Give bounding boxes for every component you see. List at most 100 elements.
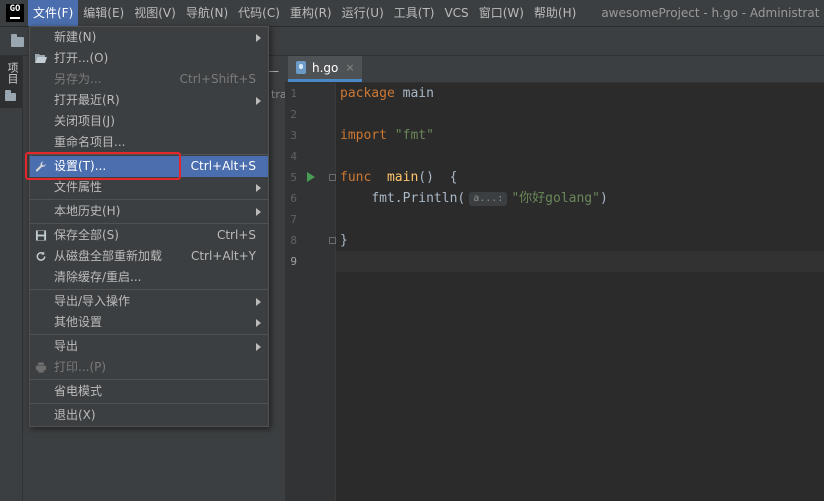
menu-item-label: 打开最近(R)	[54, 93, 120, 107]
menu-item-power-save[interactable]: 省电模式	[30, 381, 268, 402]
submenu-arrow-icon	[256, 319, 261, 327]
menu-item-label: 清除缓存/重启...	[54, 270, 142, 284]
menu-code[interactable]: 代码(C)	[233, 0, 285, 26]
code-line-8: }	[340, 230, 348, 251]
submenu-arrow-icon	[256, 208, 261, 216]
menu-item-label: 文件属性	[54, 180, 103, 194]
menu-item-label: 打印...(P)	[54, 360, 107, 374]
go-file-icon	[296, 61, 306, 74]
menu-item-invalidate-caches[interactable]: 清除缓存/重启...	[30, 267, 268, 288]
menu-item-save-as: 另存为... Ctrl+Shift+S	[30, 69, 268, 90]
project-folder-icon	[5, 90, 16, 101]
code-text: fmt.Println(	[371, 191, 466, 206]
menu-item-print: 打印...(P)	[30, 357, 268, 378]
submenu-arrow-icon	[256, 34, 261, 42]
menu-item-label: 新建(N)	[54, 30, 97, 44]
menu-separator	[30, 199, 268, 200]
menu-item-rename-project[interactable]: 重命名项目...	[30, 132, 268, 153]
code-line-3: import "fmt"	[340, 125, 434, 146]
printer-icon	[35, 362, 47, 373]
menu-refactor[interactable]: 重构(R)	[285, 0, 337, 26]
save-icon	[35, 230, 47, 241]
current-line-highlight	[336, 251, 824, 272]
menu-separator	[30, 334, 268, 335]
line-number: 1	[290, 87, 297, 100]
menu-file[interactable]: 文件(F)	[28, 0, 79, 26]
keyword: package	[340, 86, 395, 101]
menu-item-label: 关闭项目(J)	[54, 114, 115, 128]
menu-separator	[30, 223, 268, 224]
submenu-arrow-icon	[256, 97, 261, 105]
project-tool-tab-label: 项目	[6, 62, 19, 84]
menu-view[interactable]: 视图(V)	[129, 0, 181, 26]
menu-item-label: 从磁盘全部重新加载	[54, 249, 163, 263]
line-number: 8	[290, 234, 297, 247]
menu-item-label: 本地历史(H)	[54, 204, 121, 218]
menu-item-label: 省电模式	[54, 384, 103, 398]
tab-h-go[interactable]: h.go ×	[288, 56, 362, 82]
identifier: main	[402, 86, 434, 101]
line-number: 5	[290, 171, 297, 184]
parameter-hint: a...:	[469, 192, 508, 206]
code-text: }	[340, 233, 348, 248]
menu-item-other-settings[interactable]: 其他设置	[30, 312, 268, 333]
submenu-arrow-icon	[256, 298, 261, 306]
menu-item-label: 退出(X)	[54, 408, 96, 422]
submenu-arrow-icon	[256, 184, 261, 192]
menu-edit[interactable]: 编辑(E)	[78, 0, 129, 26]
keyword: func	[340, 170, 372, 185]
menu-item-new[interactable]: 新建(N)	[30, 27, 268, 48]
menu-item-label: 打开...(O)	[54, 51, 109, 65]
menu-tools[interactable]: 工具(T)	[389, 0, 440, 26]
menu-bar: GO 文件(F) 编辑(E) 视图(V) 导航(N) 代码(C) 重构(R) 运…	[0, 0, 824, 27]
menu-item-label: 其他设置	[54, 315, 103, 329]
code-line-5: func main() {	[340, 167, 457, 188]
menu-item-open-recent[interactable]: 打开最近(R)	[30, 90, 268, 111]
submenu-arrow-icon	[256, 343, 261, 351]
tab-label: h.go	[312, 60, 339, 75]
menu-window[interactable]: 窗口(W)	[474, 0, 529, 26]
menu-navigate[interactable]: 导航(N)	[181, 0, 233, 26]
function-name: main	[386, 170, 419, 185]
run-icon[interactable]	[307, 172, 315, 182]
line-number: 6	[290, 192, 297, 205]
code-text: )	[599, 191, 608, 206]
goland-logo-icon: GO	[6, 4, 24, 22]
code-text: () {	[418, 170, 458, 185]
close-icon[interactable]: ×	[345, 61, 354, 74]
menu-item-label: 导出/导入操作	[54, 294, 131, 308]
fold-icon[interactable]	[329, 237, 336, 244]
menu-item-shortcut: Ctrl+Alt+S	[190, 159, 256, 173]
menu-item-shortcut: Ctrl+S	[216, 228, 256, 242]
code-line-1: package main	[340, 83, 434, 104]
menu-item-label: 重命名项目...	[54, 135, 126, 149]
string-literal: "fmt"	[394, 128, 434, 143]
menu-separator	[30, 403, 268, 404]
menu-item-export[interactable]: 导出	[30, 336, 268, 357]
menu-vcs[interactable]: VCS	[439, 0, 473, 26]
menu-item-reload-all[interactable]: 从磁盘全部重新加载 Ctrl+Alt+Y	[30, 246, 268, 267]
menu-help[interactable]: 帮助(H)	[529, 0, 581, 26]
file-menu-dropdown: 新建(N) 打开...(O) 另存为... Ctrl+Shift+S 打开最近(…	[29, 26, 269, 427]
menu-item-label: 保存全部(S)	[54, 228, 119, 242]
menu-item-save-all[interactable]: 保存全部(S) Ctrl+S	[30, 225, 268, 246]
menu-item-local-history[interactable]: 本地历史(H)	[30, 201, 268, 222]
folder-open-icon	[35, 54, 47, 63]
menu-separator	[30, 289, 268, 290]
menu-item-export-import[interactable]: 导出/导入操作	[30, 291, 268, 312]
code-line-6: fmt.Println(a...: "你好golang")	[340, 188, 608, 209]
keyword: import	[340, 128, 387, 143]
menu-item-exit[interactable]: 退出(X)	[30, 405, 268, 426]
line-number: 7	[290, 213, 297, 226]
line-number: 3	[290, 129, 297, 142]
fold-icon[interactable]	[329, 174, 336, 181]
folder-icon[interactable]	[11, 34, 24, 47]
left-tool-strip: 项目	[0, 56, 23, 501]
string-literal: "你好golang"	[511, 191, 600, 206]
menu-item-shortcut: Ctrl+Alt+Y	[190, 249, 256, 263]
menu-run[interactable]: 运行(U)	[337, 0, 389, 26]
menu-item-close-project[interactable]: 关闭项目(J)	[30, 111, 268, 132]
menu-item-file-properties[interactable]: 文件属性	[30, 177, 268, 198]
menu-item-open[interactable]: 打开...(O)	[30, 48, 268, 69]
line-number: 4	[290, 150, 297, 163]
